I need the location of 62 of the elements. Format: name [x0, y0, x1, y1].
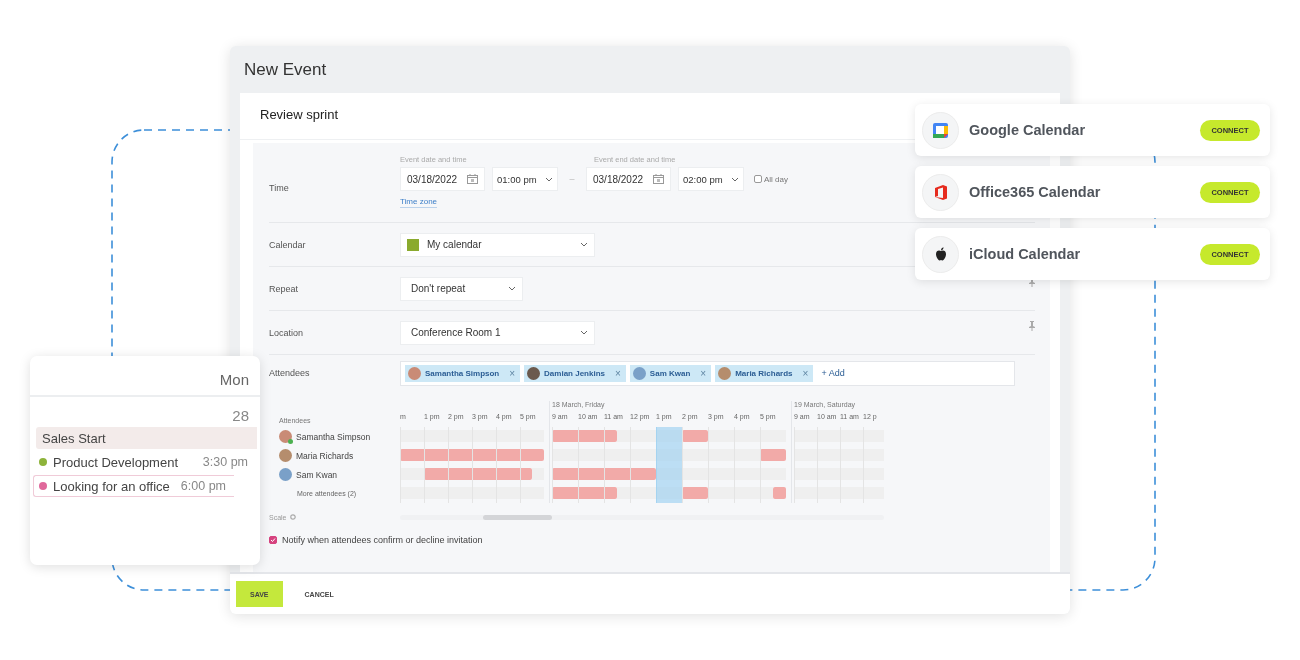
event-title: Looking for an office: [53, 478, 171, 494]
settings-icon[interactable]: [289, 514, 296, 520]
attendee-name: Maria Richards: [296, 450, 354, 461]
calendar-icon: [653, 174, 664, 184]
weekday-label: Mon: [30, 356, 260, 397]
pin-icon[interactable]: [1029, 321, 1035, 331]
chevron-icon: [508, 286, 516, 291]
avatar-icon: [279, 449, 292, 462]
avatar-icon: [408, 366, 421, 380]
attendee-name: Sam Kwan: [296, 469, 338, 480]
calendar-event[interactable]: Sales Start: [36, 427, 257, 449]
date-field[interactable]: 03/18/2022: [400, 167, 485, 191]
event-time: 6:00 pm: [180, 479, 226, 493]
attendee-chip[interactable]: Damian Jenkins ×: [524, 364, 626, 382]
field-label: Calendar: [269, 239, 307, 250]
event-time: 3:30 pm: [202, 455, 248, 469]
chevron-icon: [580, 242, 588, 247]
calendar-logo-icon: [933, 122, 948, 138]
integration-name: Office365 Calendar: [969, 184, 1102, 200]
apple-icon: [934, 247, 947, 261]
chevron-icon: [731, 176, 739, 182]
date-field[interactable]: 03/18/2022: [586, 167, 671, 191]
time-dropdown[interactable]: 02:00 pm: [678, 167, 744, 191]
integration-name: iCloud Calendar: [969, 246, 1082, 262]
avatar-icon: [632, 366, 646, 380]
event-title: Sales Start: [42, 430, 107, 446]
chevron-icon: [580, 330, 588, 335]
calendar-event[interactable]: Looking for an office 6:00 pm: [33, 475, 234, 497]
field-label: Location: [269, 327, 305, 338]
attendee-chip[interactable]: Maria Richards ×: [715, 364, 814, 382]
checkbox[interactable]: [754, 175, 762, 183]
select-dropdown[interactable]: Conference Room 1: [400, 320, 595, 345]
add-link[interactable]: + Add: [821, 368, 845, 378]
checkbox-label: All day: [764, 174, 788, 184]
checkbox-label: Notify when attendees confirm or decline invitation: [282, 535, 483, 545]
attendee-chip[interactable]: Sam Kwan ×: [629, 364, 712, 382]
time-zone-link[interactable]: Time zone: [400, 197, 438, 208]
calendar-swatch: [407, 238, 419, 251]
checkbox[interactable]: [269, 536, 277, 544]
scrollbar-track[interactable]: [400, 514, 884, 520]
avatar-icon: [527, 366, 541, 380]
calendar-event[interactable]: Product Development 3:30 pm: [33, 451, 257, 473]
field-label: Time: [269, 183, 290, 193]
event-title: Product Development: [53, 454, 179, 470]
dash-separator: –: [568, 174, 576, 184]
field-label: Repeat: [269, 283, 300, 294]
avatar-icon: [279, 468, 292, 481]
window-title: New Event: [244, 59, 327, 80]
attendee-field[interactable]: Samantha Simpson × Damian Jenkins × Sam Kwan × Maria Richards × + Add: [400, 360, 1015, 386]
calendar-icon: [467, 174, 478, 184]
date-number: 28: [231, 406, 250, 426]
field-label: Attendees: [269, 368, 311, 378]
select-dropdown[interactable]: Don't repeat: [400, 276, 523, 301]
avatar-icon: [279, 430, 292, 443]
scrollbar-thumb[interactable]: [483, 514, 552, 520]
attendee-chip[interactable]: Samantha Simpson ×: [405, 364, 521, 382]
avatar-icon: [718, 366, 732, 380]
chevron-icon: [545, 176, 553, 182]
time-dropdown[interactable]: 01:00 pm: [492, 167, 558, 191]
office-logo-icon: [934, 184, 947, 200]
attendee-name: Samantha Simpson: [296, 431, 371, 442]
select-dropdown[interactable]: My calendar: [400, 232, 595, 257]
